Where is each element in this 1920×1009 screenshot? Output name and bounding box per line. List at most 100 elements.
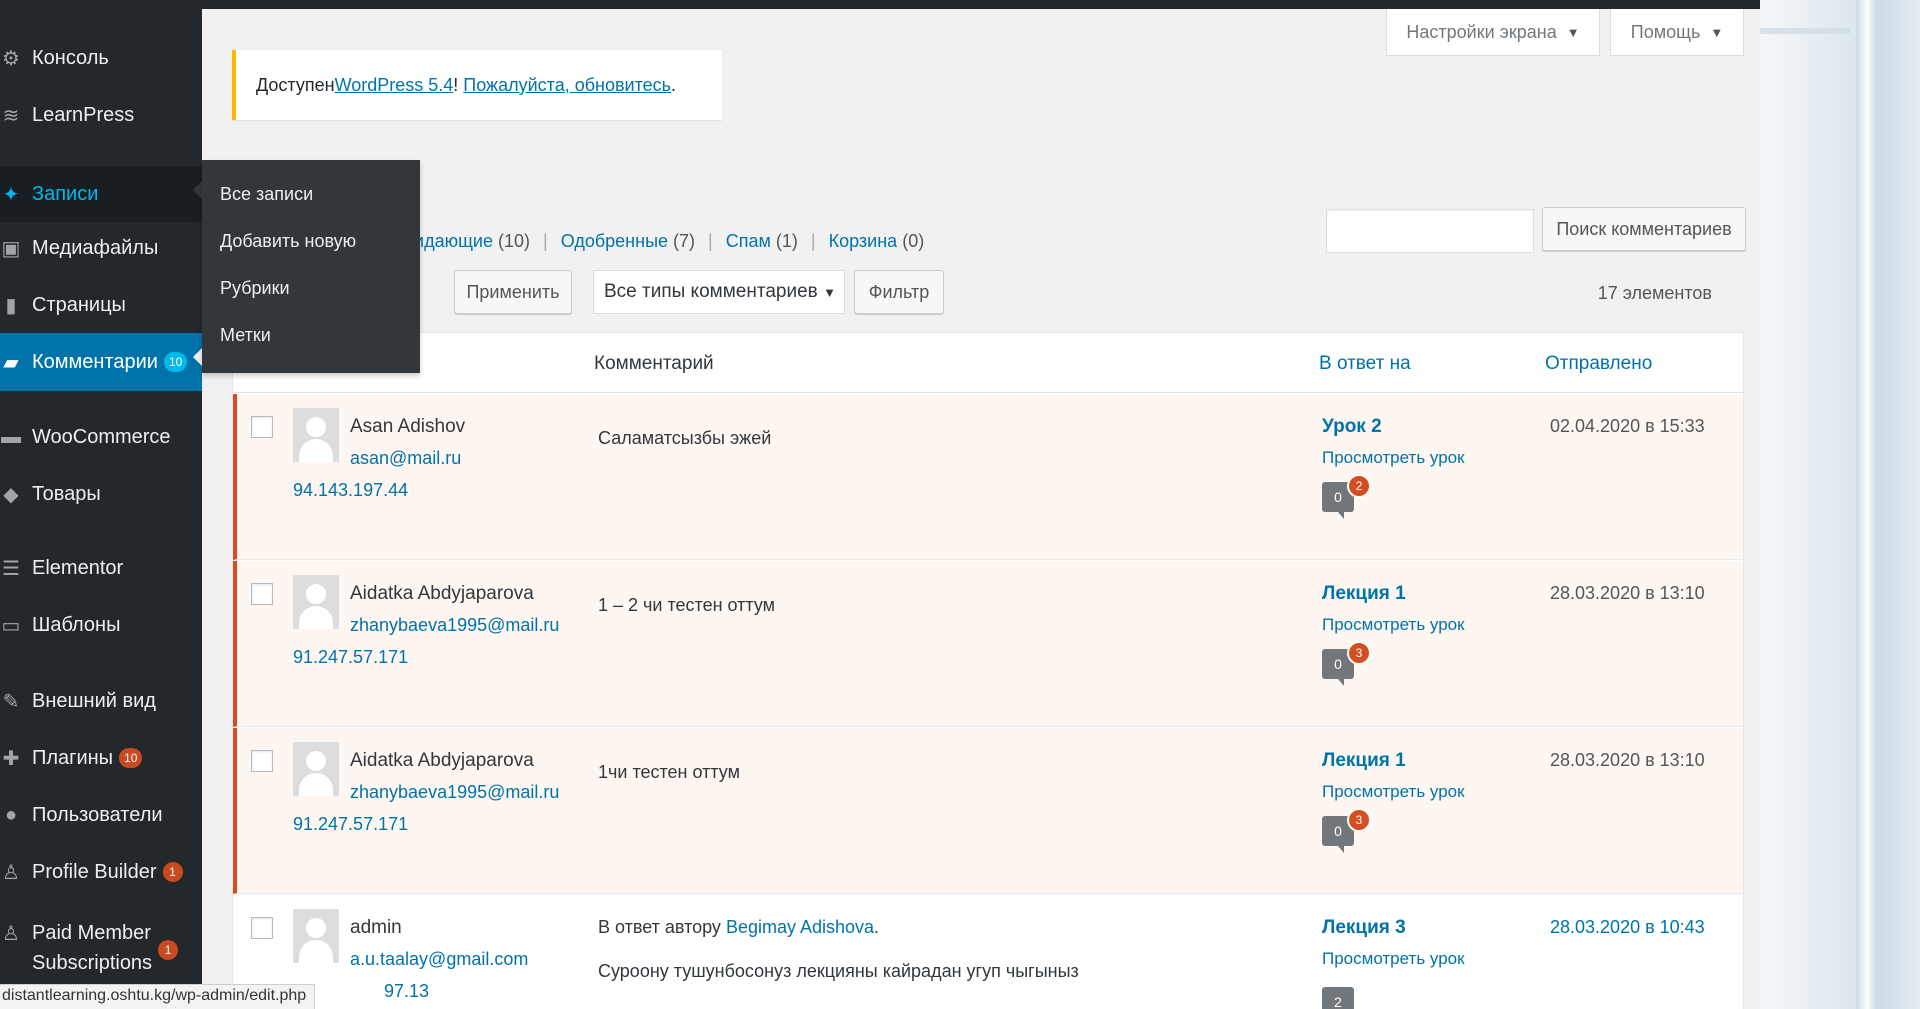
reply-prefix: В ответ автору bbox=[598, 917, 726, 937]
menu-label: WooCommerce bbox=[32, 425, 171, 448]
folder-icon: ▭ bbox=[1, 614, 21, 637]
author-ip-link[interactable]: 91.247.57.171 bbox=[293, 814, 408, 835]
menu-item-dashboard[interactable]: ⚙ Консоль bbox=[0, 33, 202, 83]
menu-label: Внешний вид bbox=[32, 689, 156, 712]
response-post-link[interactable]: Урок 2 bbox=[1322, 416, 1382, 438]
comment-type-select[interactable]: Все типы комментариев ▼ bbox=[593, 270, 845, 314]
table-row: Aidatka Abdyjaparova zhanybaeva1995@mail… bbox=[233, 561, 1743, 727]
filter-spam-link[interactable]: Спам bbox=[726, 231, 771, 251]
menu-item-media[interactable]: ▣ Медиафайлы bbox=[0, 223, 202, 273]
view-lesson-link[interactable]: Просмотреть урок bbox=[1322, 448, 1465, 468]
comment-status-filters: жидающие (10) | Одобренные (7) | Спам (1… bbox=[402, 231, 924, 252]
avatar bbox=[293, 575, 339, 629]
update-notice: Доступен WordPress 5.4 ! Пожалуйста, обн… bbox=[232, 50, 722, 120]
menu-item-woocommerce[interactable]: ▬ WooCommerce bbox=[0, 412, 202, 462]
menu-item-pages[interactable]: ▮ Страницы bbox=[0, 280, 202, 330]
row-checkbox[interactable] bbox=[251, 583, 273, 605]
menu-item-plugins[interactable]: ✚ Плагины 10 bbox=[0, 733, 202, 783]
submitted-date: 28.03.2020 в 13:10 bbox=[1550, 583, 1705, 603]
submitted-date-link[interactable]: 28.03.2020 в 10:43 bbox=[1550, 917, 1705, 938]
submenu-tags[interactable]: Метки bbox=[220, 325, 271, 346]
response-post-link[interactable]: Лекция 1 bbox=[1322, 750, 1406, 772]
products-icon: ◆ bbox=[3, 483, 19, 506]
items-count: 17 элементов bbox=[1597, 283, 1712, 303]
submenu-categories[interactable]: Рубрики bbox=[220, 278, 290, 299]
table-row: Aidatka Abdyjaparova zhanybaeva1995@mail… bbox=[233, 728, 1743, 894]
menu-label: Плагины bbox=[32, 746, 114, 769]
pending-comments-badge[interactable]: 3 bbox=[1347, 808, 1371, 832]
view-lesson-link[interactable]: Просмотреть урок bbox=[1322, 949, 1465, 969]
menu-item-profile-builder[interactable]: ♙ Profile Builder 1 bbox=[0, 847, 202, 897]
menu-item-appearance[interactable]: ✎ Внешний вид bbox=[0, 676, 202, 726]
spam-count: (1) bbox=[775, 231, 798, 251]
pending-comments-badge[interactable]: 2 bbox=[1347, 474, 1371, 498]
author-name: Aidatka Abdyjaparova bbox=[350, 750, 534, 771]
author-email-link[interactable]: asan@mail.ru bbox=[350, 448, 461, 469]
profile-icon: ♙ bbox=[2, 861, 20, 884]
decorative-shine bbox=[1856, 0, 1878, 1009]
response-post-link[interactable]: Лекция 1 bbox=[1322, 583, 1406, 605]
menu-item-posts[interactable]: ✦ Записи bbox=[0, 166, 202, 222]
table-header: Комментарий В ответ на Отправлено bbox=[233, 333, 1743, 393]
author-name: Aidatka Abdyjaparova bbox=[350, 583, 534, 604]
column-submitted[interactable]: Отправлено bbox=[1545, 353, 1652, 375]
main-content: Настройки экрана ▼ Помощь ▼ Доступен Wor… bbox=[202, 0, 1760, 1009]
avatar bbox=[293, 408, 339, 462]
help-tab[interactable]: Помощь ▼ bbox=[1610, 9, 1744, 56]
menu-label: LearnPress bbox=[32, 103, 135, 126]
menu-item-products[interactable]: ◆ Товары bbox=[0, 469, 202, 519]
filter-approved-link[interactable]: Одобренные bbox=[561, 231, 668, 251]
filter-trash-link[interactable]: Корзина bbox=[829, 231, 898, 251]
trash-count: (0) bbox=[902, 231, 925, 251]
menu-item-paid-member-subscriptions[interactable]: ♙ Paid Member Subscriptions 1 bbox=[0, 912, 202, 976]
screen-options-tab[interactable]: Настройки экрана ▼ bbox=[1386, 9, 1600, 56]
view-lesson-link[interactable]: Просмотреть урок bbox=[1322, 615, 1465, 635]
caret-down-icon: ▼ bbox=[823, 284, 836, 300]
avatar bbox=[293, 909, 339, 963]
brush-icon: ✎ bbox=[2, 690, 20, 713]
search-comments-input[interactable] bbox=[1326, 209, 1534, 253]
submitted-date: 02.04.2020 в 15:33 bbox=[1550, 416, 1705, 436]
menu-item-comments[interactable]: ▰ Комментарии 10 bbox=[0, 333, 202, 391]
comment-text: 1чи тестен оттум bbox=[598, 762, 740, 782]
woocommerce-icon: ▬ bbox=[1, 425, 21, 448]
submenu-all-posts[interactable]: Все записи bbox=[220, 184, 313, 205]
media-icon: ▣ bbox=[1, 237, 21, 260]
notice-text: ! bbox=[453, 74, 464, 95]
author-email-link[interactable]: a.u.taalay@gmail.com bbox=[350, 949, 528, 970]
pending-comments-badge[interactable]: 3 bbox=[1347, 641, 1371, 665]
approved-comments-bubble[interactable]: 2 bbox=[1322, 987, 1354, 1009]
author-ip-link[interactable]: 94.143.197.44 bbox=[293, 480, 408, 501]
row-checkbox[interactable] bbox=[251, 917, 273, 939]
submenu-add-new[interactable]: Добавить новую bbox=[220, 231, 356, 252]
author-email-link[interactable]: zhanybaeva1995@mail.ru bbox=[350, 615, 559, 636]
search-comments-button[interactable]: Поиск комментариев bbox=[1542, 207, 1746, 251]
menu-item-templates[interactable]: ▭ Шаблоны bbox=[0, 600, 202, 650]
pending-count: (10) bbox=[498, 231, 531, 251]
menu-item-users[interactable]: ● Пользователи bbox=[0, 790, 202, 840]
apply-button[interactable]: Применить bbox=[454, 270, 572, 314]
view-lesson-link[interactable]: Просмотреть урок bbox=[1322, 782, 1465, 802]
reply-to-author-link[interactable]: Begimay Adishova bbox=[726, 917, 874, 937]
menu-item-learnpress[interactable]: ≋ LearnPress bbox=[0, 90, 202, 140]
row-checkbox[interactable] bbox=[251, 416, 273, 438]
profile-builder-badge: 1 bbox=[162, 862, 183, 882]
approved-count: (7) bbox=[673, 231, 696, 251]
menu-item-elementor[interactable]: ☰ Elementor bbox=[0, 543, 202, 593]
author-ip-link[interactable]: 97.13 bbox=[384, 981, 429, 1002]
author-name: admin bbox=[350, 917, 402, 938]
row-checkbox[interactable] bbox=[251, 750, 273, 772]
column-in-response-to[interactable]: В ответ на bbox=[1319, 353, 1411, 375]
wordpress-version-link[interactable]: WordPress 5.4 bbox=[335, 75, 454, 96]
filter-button[interactable]: Фильтр bbox=[854, 270, 944, 314]
author-ip-link[interactable]: 91.247.57.171 bbox=[293, 647, 408, 668]
screen-options-label: Настройки экрана bbox=[1406, 21, 1557, 42]
avatar bbox=[293, 742, 339, 796]
author-email-link[interactable]: zhanybaeva1995@mail.ru bbox=[350, 782, 559, 803]
caret-down-icon: ▼ bbox=[1710, 24, 1724, 40]
response-post-link[interactable]: Лекция 3 bbox=[1322, 917, 1406, 939]
update-now-link[interactable]: Пожалуйста, обновитесь bbox=[463, 75, 671, 96]
pin-icon: ✦ bbox=[2, 183, 20, 206]
comment-icon: ▰ bbox=[3, 351, 19, 374]
menu-label: Elementor bbox=[32, 556, 124, 579]
